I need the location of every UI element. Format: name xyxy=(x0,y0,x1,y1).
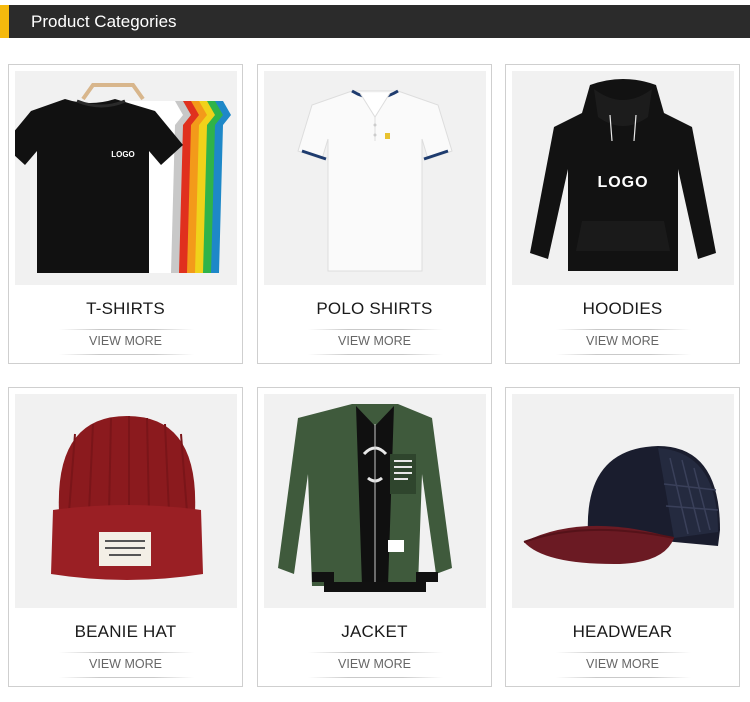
divider xyxy=(59,677,194,678)
hoodie-logo-text: LOGO xyxy=(597,174,648,191)
divider xyxy=(308,677,443,678)
divider xyxy=(308,329,443,330)
category-name: T-SHIRTS xyxy=(86,299,165,318)
view-more-link[interactable]: VIEW MORE xyxy=(258,657,491,671)
header-accent-bar xyxy=(0,5,9,38)
jacket-image[interactable] xyxy=(264,394,486,608)
divider xyxy=(59,652,194,653)
category-card-headwear[interactable]: HEADWEAR VIEW MORE xyxy=(505,387,740,687)
polo-shirts-image[interactable] xyxy=(264,71,486,285)
divider xyxy=(556,652,691,653)
category-card-beanie-hat[interactable]: BEANIE HAT VIEW MORE xyxy=(8,387,243,687)
headwear-image[interactable] xyxy=(512,394,734,608)
divider xyxy=(556,354,691,355)
tshirts-image[interactable]: LOGO xyxy=(15,71,237,285)
view-more-link[interactable]: VIEW MORE xyxy=(9,657,242,671)
category-name: BEANIE HAT xyxy=(74,622,177,641)
view-more-link[interactable]: VIEW MORE xyxy=(258,334,491,348)
category-name: HOODIES xyxy=(582,299,663,318)
divider xyxy=(308,652,443,653)
category-card-jacket[interactable]: JACKET VIEW MORE xyxy=(257,387,492,687)
divider xyxy=(556,677,691,678)
category-card-hoodies[interactable]: LOGO HOODIES VIEW MORE xyxy=(505,64,740,364)
section-header: Product Categories xyxy=(0,5,750,38)
category-card-tshirts[interactable]: LOGO T-SHIRTS VIEW MORE xyxy=(8,64,243,364)
beanie-hat-image[interactable] xyxy=(15,394,237,608)
view-more-link[interactable]: VIEW MORE xyxy=(506,334,739,348)
category-name: HEADWEAR xyxy=(572,622,673,641)
divider xyxy=(59,329,194,330)
divider xyxy=(308,354,443,355)
category-card-polo-shirts[interactable]: POLO SHIRTS VIEW MORE xyxy=(257,64,492,364)
divider xyxy=(556,329,691,330)
section-title: Product Categories xyxy=(31,12,177,31)
hoodies-image[interactable]: LOGO xyxy=(512,71,734,285)
view-more-link[interactable]: VIEW MORE xyxy=(9,334,242,348)
view-more-link[interactable]: VIEW MORE xyxy=(506,657,739,671)
category-name: POLO SHIRTS xyxy=(316,299,433,318)
divider xyxy=(59,354,194,355)
tshirt-logo-text: LOGO xyxy=(111,150,135,159)
category-name: JACKET xyxy=(341,622,408,641)
